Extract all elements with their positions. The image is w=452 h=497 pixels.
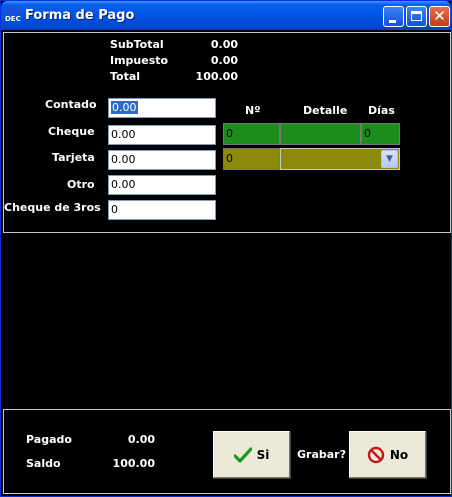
cheque-numero-input[interactable]: 0 [223,123,280,145]
dropdown-button[interactable]: ▼ [381,150,398,168]
chevron-down-icon: ▼ [386,154,393,164]
maximize-icon [411,11,422,21]
total-label: Total [110,70,141,83]
grabar-label: Grabar? [297,448,346,461]
title-bar[interactable]: DEC Forma de Pago ✕ [1,1,451,30]
contado-input-value: 0.00 [111,101,138,114]
otro-input[interactable]: 0.00 [108,175,216,195]
contado-label: Contado [45,98,97,111]
payment-window: DEC Forma de Pago ✕ SubTotal 0.00 Impues… [0,0,452,497]
tarjeta-numero-input[interactable]: 0 [223,148,280,170]
pagado-label: Pagado [26,433,72,446]
cheque-3ros-label: Cheque de 3ros [4,201,101,214]
dias-header: Días [368,104,395,117]
total-value: 100.00 [195,70,238,83]
app-icon-text: DEC [5,15,21,23]
no-entry-icon [367,446,385,463]
window-title: Forma de Pago [25,8,135,23]
otro-label: Otro [67,178,95,191]
pagado-value: 0.00 [127,433,155,446]
cheque-input[interactable]: 0.00 [108,125,216,145]
si-button-label: Si [256,447,270,462]
no-button-label: No [389,447,409,462]
cheque-dias-input[interactable]: 0 [361,123,400,145]
saldo-label: Saldo [26,457,61,470]
cheque-detalle-input[interactable] [280,123,361,145]
tarjeta-input[interactable]: 0.00 [108,150,216,170]
no-button[interactable]: No [349,431,426,478]
cheque-label: Cheque [48,125,95,138]
tarjeta-detalle-select[interactable]: ▼ [280,148,400,170]
contado-input[interactable]: 0.00 [108,98,216,118]
close-icon: ✕ [433,7,446,25]
subtotal-value: 0.00 [210,38,238,51]
cheque-3ros-input[interactable]: 0 [108,200,216,220]
saldo-value: 100.00 [112,457,155,470]
maximize-button[interactable] [406,6,427,27]
tarjeta-label: Tarjeta [52,151,95,164]
si-button[interactable]: Si [213,431,290,478]
check-icon [233,446,252,463]
subtotal-label: SubTotal [110,38,164,51]
app-dec-icon: DEC [5,7,21,23]
impuesto-label: Impuesto [110,54,169,67]
impuesto-value: 0.00 [210,54,238,67]
close-button[interactable]: ✕ [429,6,450,27]
numero-header: Nº [245,104,261,117]
minimize-icon [389,20,396,23]
minimize-button[interactable] [383,6,404,27]
detalle-header: Detalle [303,104,348,117]
